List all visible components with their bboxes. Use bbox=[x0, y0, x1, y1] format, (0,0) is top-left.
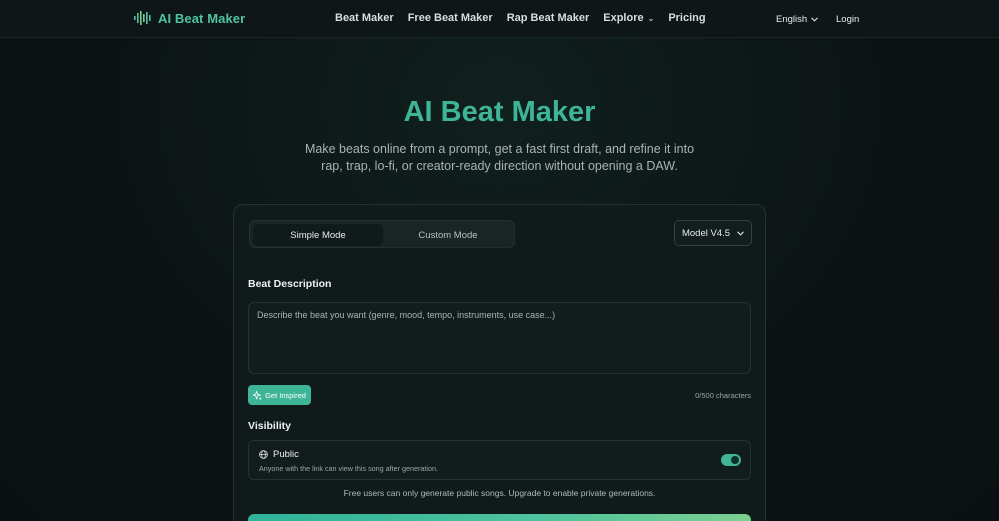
model-select-value: Model V4.5 bbox=[681, 227, 731, 239]
generate-button[interactable] bbox=[248, 514, 751, 521]
logo-text: AI Beat Maker bbox=[158, 10, 246, 26]
nav-beat-maker[interactable]: Beat Maker bbox=[335, 12, 394, 24]
page-subtitle: Make beats online from a prompt, get a f… bbox=[304, 142, 695, 173]
char-count: 0/500 characters bbox=[695, 391, 751, 400]
visibility-description: Anyone with the link can view this song … bbox=[259, 464, 438, 473]
description-input[interactable] bbox=[248, 302, 751, 374]
page-title: AI Beat Maker bbox=[403, 96, 596, 128]
beat-form-card: Simple Mode Custom Mode Model V4.5 Beat … bbox=[233, 204, 766, 521]
logo[interactable]: AI Beat Maker bbox=[134, 10, 245, 26]
sparkle-icon bbox=[253, 390, 263, 400]
toggle-knob bbox=[731, 456, 739, 464]
nav-rap-beat-maker[interactable]: Rap Beat Maker bbox=[507, 12, 590, 24]
model-select[interactable]: Model V4.5 bbox=[674, 220, 752, 246]
visibility-option-label: Public bbox=[273, 449, 299, 460]
nav-explore-label: Explore bbox=[603, 12, 644, 24]
mode-switch: Simple Mode Custom Mode bbox=[249, 220, 515, 248]
chevron-down-icon: ⌄ bbox=[647, 13, 655, 23]
nav-free-beat-maker[interactable]: Free Beat Maker bbox=[408, 12, 493, 24]
get-inspired-label: Get Inspired bbox=[265, 390, 306, 400]
globe-icon bbox=[259, 450, 268, 459]
description-label: Beat Description bbox=[248, 278, 332, 290]
get-inspired-button[interactable]: Get Inspired bbox=[248, 385, 311, 405]
public-toggle[interactable] bbox=[721, 454, 741, 466]
main-nav: Beat Maker Free Beat Maker Rap Beat Make… bbox=[335, 12, 706, 24]
language-label: English bbox=[776, 14, 808, 25]
language-selector[interactable]: English bbox=[776, 14, 819, 25]
chevron-down-icon bbox=[811, 17, 819, 22]
login-link[interactable]: Login bbox=[836, 14, 859, 25]
top-header: AI Beat Maker Beat Maker Free Beat Maker… bbox=[0, 0, 999, 38]
tab-simple-mode[interactable]: Simple Mode bbox=[253, 224, 383, 246]
tab-custom-mode[interactable]: Custom Mode bbox=[383, 224, 513, 246]
visibility-label: Visibility bbox=[248, 420, 291, 432]
nav-explore[interactable]: Explore ⌄ bbox=[603, 12, 654, 24]
waveform-icon bbox=[134, 11, 151, 25]
free-users-note: Free users can only generate public song… bbox=[343, 488, 656, 498]
visibility-option: Public Anyone with the link can view thi… bbox=[248, 440, 751, 480]
visibility-title: Public bbox=[259, 449, 299, 460]
chevron-down-icon bbox=[737, 230, 744, 236]
nav-pricing[interactable]: Pricing bbox=[668, 12, 705, 24]
